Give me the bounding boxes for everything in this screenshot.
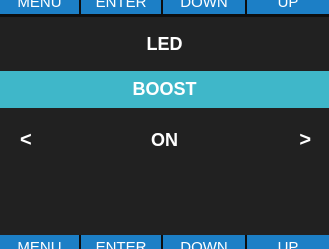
top-enter-button[interactable]: ENTER xyxy=(81,0,161,14)
softkey-bar: MENU ENTER DOWN UP xyxy=(0,235,329,249)
selected-menu-item-label: BOOST xyxy=(132,79,197,99)
top-up-button[interactable]: UP xyxy=(247,0,329,14)
menu-title: LED xyxy=(146,34,183,54)
top-menu-button[interactable]: MENU xyxy=(0,0,79,14)
enter-button[interactable]: ENTER xyxy=(81,235,161,249)
selected-menu-item: BOOST xyxy=(0,71,329,108)
chevron-right-icon[interactable]: > xyxy=(299,125,311,155)
top-down-button[interactable]: DOWN xyxy=(163,0,245,14)
up-button[interactable]: UP xyxy=(247,235,329,249)
display-screen: LED BOOST < ON > xyxy=(0,14,329,235)
value-selector: < ON > xyxy=(0,125,329,155)
down-button[interactable]: DOWN xyxy=(163,235,245,249)
top-button-bar: MENU ENTER DOWN UP xyxy=(0,0,329,14)
menu-button[interactable]: MENU xyxy=(0,235,79,249)
setting-value: ON xyxy=(151,130,178,150)
